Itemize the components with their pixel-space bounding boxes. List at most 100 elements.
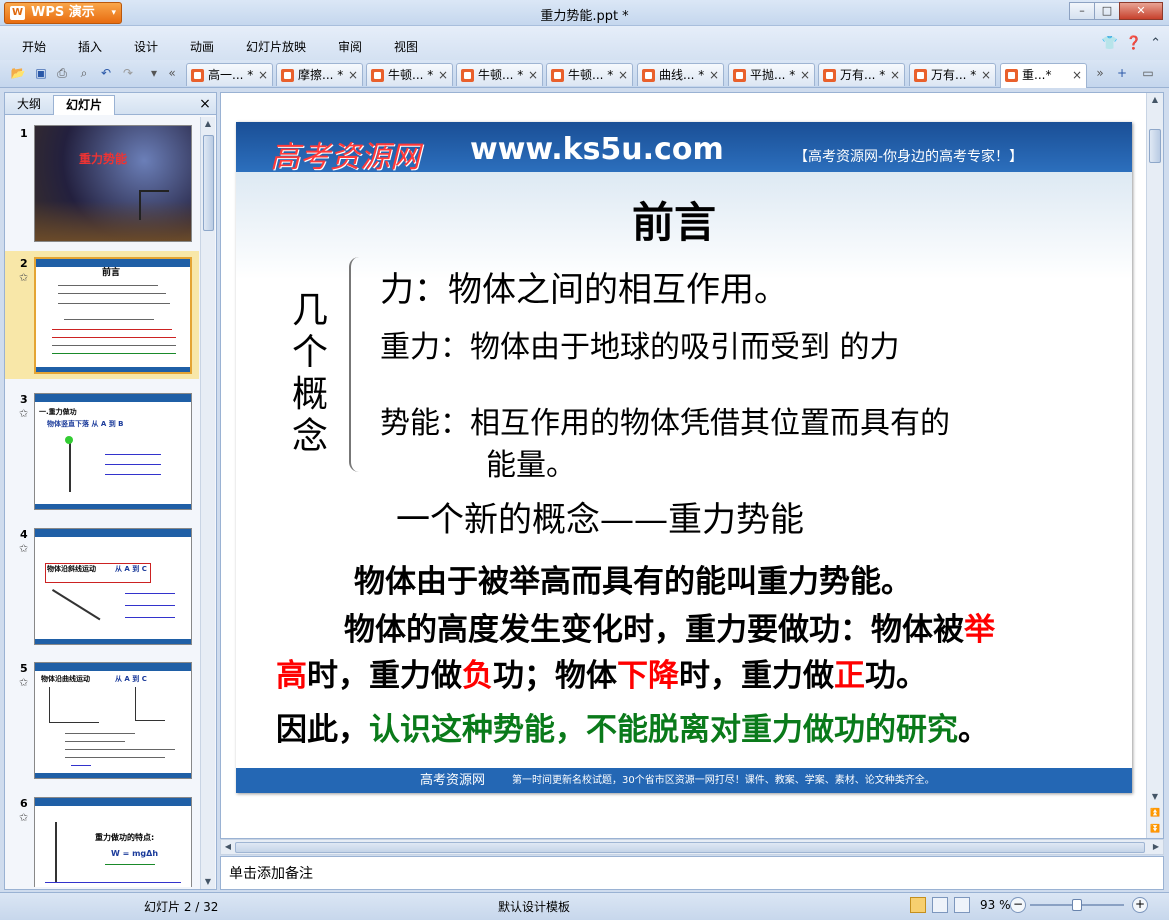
redo-icon[interactable]: ↷ [120,65,136,81]
animation-star-icon: ✩ [19,811,29,824]
maximize-button[interactable]: □ [1094,2,1120,20]
close-tab-icon[interactable]: × [528,64,538,86]
menu-slideshow[interactable]: 幻灯片放映 [246,38,306,55]
new-tab-icon[interactable]: + [1114,65,1130,81]
scrollbar-thumb[interactable] [1149,129,1161,163]
previous-slide-icon[interactable]: ⏫ [1148,806,1162,820]
text-run-red: 举 [964,612,995,648]
concept-potential-energy[interactable]: 势能：相互作用的物体凭借其位置而具有的 [380,398,950,442]
scroll-right-icon[interactable]: ▶ [1149,840,1163,854]
zoom-slider-handle[interactable] [1072,899,1082,911]
slide-thumbnail-row[interactable]: 3 ✩ 一.重力做功 物体竖直下落 从 A 到 B [5,387,199,510]
thumb-banner [35,529,191,537]
doc-tab[interactable]: 平抛... * × [728,63,815,86]
doc-tab[interactable]: 牛顿... * × [546,63,633,86]
slide-thumbnail-row[interactable]: 1 重力势能 [5,121,199,243]
close-tab-icon[interactable]: × [709,64,719,86]
zoom-out-button[interactable]: − [1010,897,1026,913]
skin-icon[interactable]: 👕 [1102,36,1118,51]
close-window-button[interactable]: ✕ [1119,2,1163,20]
concept-gravity[interactable]: 重力：物体由于地球的吸引而受到 的力 [380,322,900,366]
scroll-tabs-left-icon[interactable]: « [164,65,180,81]
current-slide[interactable]: 高考资源网 www.ks5u.com 【高考资源网-你身边的高考专家！】 前言 … [236,122,1132,793]
scroll-tabs-right-icon[interactable]: » [1092,65,1108,81]
scrollbar-thumb[interactable] [235,842,1145,853]
close-tab-icon[interactable]: × [618,64,628,86]
concept-potential-energy-cont[interactable]: 能量。 [486,440,576,484]
print-preview-icon[interactable]: ⌕ [76,65,92,81]
close-tab-icon[interactable]: × [348,64,358,86]
close-tab-icon[interactable]: × [258,64,268,86]
slide-thumbnail-row-selected[interactable]: 2 ✩ 前言 [5,251,199,379]
close-tab-icon[interactable]: × [981,64,991,86]
conclusion-paragraph[interactable]: 因此，认识这种势能，不能脱离对重力做功的研究。 [276,704,989,749]
ribbon-toggle-icon[interactable]: ⌃ [1150,36,1161,51]
slideshow-view-icon[interactable] [954,897,970,913]
ppt-file-icon [1005,69,1018,82]
notes-pane[interactable]: 单击添加备注 [220,856,1164,890]
scrollbar-thumb[interactable] [203,135,214,231]
tab-slides[interactable]: 幻灯片 [53,95,115,115]
close-panel-icon[interactable]: × [198,95,212,115]
concept-force[interactable]: 力：物体之间的相互作用。 [380,262,788,311]
new-concept-heading[interactable]: 一个新的概念——重力势能 [396,492,804,541]
slide-thumbnail-row[interactable]: 4 ✩ 物体沿斜线运动 从 A 到 C [5,522,199,645]
scroll-down-icon[interactable]: ▼ [201,875,215,889]
slide-panel-scrollbar[interactable]: ▲ ▼ [200,117,215,889]
doc-tab[interactable]: 牛顿... * × [456,63,543,86]
customize-toolbar-icon[interactable]: ▾ [146,65,162,81]
menu-animation[interactable]: 动画 [190,38,214,55]
close-tab-icon[interactable]: × [1072,64,1082,86]
slide-thumbnail: 重力做功的特点: W = mgΔh [34,797,192,887]
doc-tab[interactable]: 摩擦... * × [276,63,363,86]
slide-thumbnail-row[interactable]: 5 ✩ 物体沿曲线运动 从 A 到 C [5,656,199,779]
doc-tab[interactable]: 万有... * × [818,63,905,86]
tab-layout-icon[interactable]: ▭ [1140,65,1156,81]
work-paragraph-line2[interactable]: 高时，重力做负功；物体下降时，重力做正功。 [276,650,927,695]
editor-vertical-scrollbar[interactable]: ▲ ▼ ⏫ ⏬ [1146,93,1163,838]
doc-tab-dirty: * [247,68,254,82]
menu-design[interactable]: 设计 [134,38,158,55]
slide-title[interactable]: 前言 [236,189,1112,250]
scroll-up-icon[interactable]: ▲ [201,117,215,131]
work-paragraph-line1[interactable]: 物体的高度发生变化时，重力要做功：物体被举 [344,604,995,649]
definition-paragraph[interactable]: 物体由于被举高而具有的能叫重力势能。 [354,556,912,601]
minimize-button[interactable]: – [1069,2,1095,20]
tab-outline[interactable]: 大纲 [9,95,49,115]
thumb-text-line [58,303,170,304]
next-slide-icon[interactable]: ⏬ [1148,822,1162,836]
thumb-text-line [125,605,175,606]
close-tab-icon[interactable]: × [890,64,900,86]
close-tab-icon[interactable]: × [438,64,448,86]
editor-horizontal-scrollbar[interactable]: ◀ ▶ [220,839,1164,855]
undo-icon[interactable]: ↶ [98,65,114,81]
design-template-name[interactable]: 默认设计模板 [498,898,570,915]
thumb-banner [35,394,191,402]
slide-footer-banner: 高考资源网 第一时间更新名校试题，30个省市区资源一网打尽！课件、教案、学案、素… [236,768,1132,793]
scroll-up-icon[interactable]: ▲ [1148,93,1162,107]
zoom-in-button[interactable]: + [1132,897,1148,913]
menu-home[interactable]: 开始 [22,38,46,55]
slide-thumbnail-row[interactable]: 6 ✩ 重力做功的特点: W = mgΔh [5,791,199,887]
doc-tab-label: 高一... [208,68,244,82]
doc-tab[interactable]: 曲线... * × [637,63,724,86]
thumb-figure [139,190,169,220]
doc-tab[interactable]: 高一... * × [186,63,273,86]
slide-sorter-view-icon[interactable] [932,897,948,913]
doc-tab[interactable]: 牛顿... * × [366,63,453,86]
doc-tab[interactable]: 万有... * × [909,63,996,86]
scroll-down-icon[interactable]: ▼ [1148,790,1162,804]
ppt-file-icon [733,69,746,82]
normal-view-icon[interactable] [910,897,926,913]
menu-view[interactable]: 视图 [394,38,418,55]
open-icon[interactable]: 📂 [10,65,26,81]
close-tab-icon[interactable]: × [800,64,810,86]
help-icon[interactable]: ❓ [1126,36,1142,51]
print-icon[interactable]: ⎙ [54,65,70,81]
menu-insert[interactable]: 插入 [78,38,102,55]
menu-review[interactable]: 审阅 [338,38,362,55]
vertical-label[interactable]: 几个概念 [288,290,332,458]
scroll-left-icon[interactable]: ◀ [221,840,235,854]
save-icon[interactable]: ▣ [33,65,49,81]
doc-tab-active[interactable]: 重...* × [1000,63,1087,88]
